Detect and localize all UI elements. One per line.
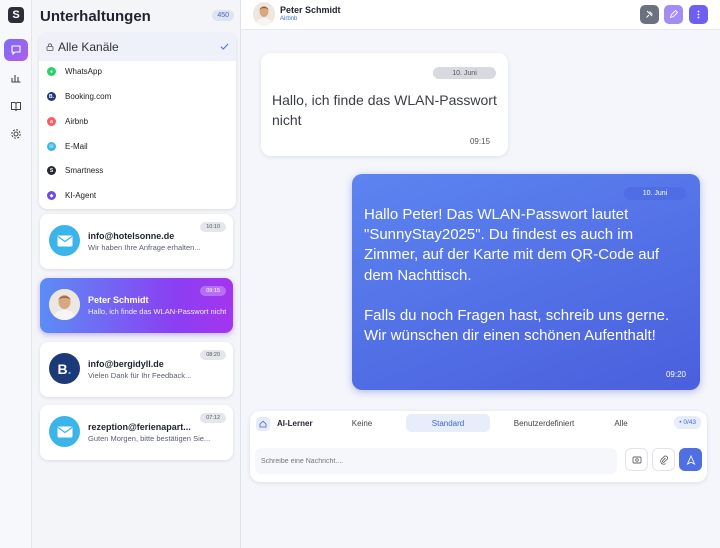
gear-icon[interactable]: [4, 123, 28, 145]
conversation-preview: Hallo, ich finde das WLAN-Passwort nicht: [88, 307, 226, 316]
attach-button[interactable]: [652, 448, 675, 471]
avatar[interactable]: [253, 2, 275, 26]
page-title: Unterhaltungen: [40, 8, 151, 25]
contact-name: Peter Schmidt: [280, 5, 341, 15]
channel-item-airbnb[interactable]: a Airbnb: [47, 117, 88, 126]
image-icon: [632, 456, 641, 463]
conversation-card[interactable]: B. info@bergidyll.de Vielen Dank für Ihr…: [40, 342, 233, 397]
channel-item-smartness[interactable]: S Smartness: [47, 166, 103, 175]
app-logo[interactable]: S: [8, 7, 24, 23]
message-composer: AI-Lerner Keine Standard Benutzerdefinie…: [250, 411, 707, 482]
mail-icon: ✉: [47, 142, 56, 151]
pin-icon: [646, 10, 653, 18]
lock-icon: [46, 43, 54, 51]
message-date-badge: 10. Juni: [433, 67, 496, 79]
conversation-preview: Wir haben Ihre Anfrage erhalten...: [88, 243, 201, 252]
conversation-time-badge: 08:20: [200, 350, 226, 360]
message-time: 09:15: [469, 137, 490, 146]
character-counter: • 0/43: [674, 416, 701, 429]
booking-icon: B.: [47, 92, 56, 101]
conversation-card[interactable]: rezeption@ferienapart... Guten Morgen, b…: [40, 405, 233, 460]
conversation-preview: Vielen Dank für Ihr Feedback...: [88, 371, 192, 380]
message-text: Hallo Peter! Das WLAN-Passwort lautet "S…: [364, 206, 670, 345]
chat-icon[interactable]: [4, 39, 28, 61]
channel-selected[interactable]: Alle Kanäle: [39, 33, 236, 61]
ai-learner-label: AI-Lerner: [277, 419, 313, 428]
conversation-name: info@bergidyll.de: [88, 359, 164, 369]
conversation-panel: Unterhaltungen 450 Alle Kanäle ● WhatsAp…: [32, 0, 241, 548]
avatar: [49, 289, 80, 320]
message-input[interactable]: [255, 448, 617, 474]
check-icon: [220, 43, 229, 50]
pencil-icon: [669, 10, 678, 19]
send-button[interactable]: [679, 448, 702, 471]
send-icon: [686, 454, 695, 465]
robot-icon: ◆: [47, 191, 56, 200]
conversation-time-badge: 09:15: [200, 286, 226, 296]
book-icon[interactable]: [4, 95, 28, 117]
channel-item-whatsapp[interactable]: ● WhatsApp: [47, 67, 102, 76]
channel-item-email[interactable]: ✉ E-Mail: [47, 142, 88, 151]
conversation-name: Peter Schmidt: [88, 295, 149, 305]
paperclip-icon: [659, 455, 668, 465]
airbnb-icon: a: [47, 117, 56, 126]
assign-button[interactable]: [640, 5, 659, 24]
message-text: Hallo, ich finde das WLAN-Passwort nicht: [272, 92, 497, 128]
channel-item-label: Airbnb: [65, 117, 89, 126]
edit-button[interactable]: [664, 5, 683, 24]
conversation-preview: Guten Morgen, bitte bestätigen Sie...: [88, 434, 211, 443]
message-incoming: 10. Juni Hallo, ich finde das WLAN-Passw…: [261, 53, 508, 156]
home-icon[interactable]: [256, 417, 270, 431]
more-vertical-icon: [697, 10, 700, 19]
conversation-card[interactable]: info@hotelsonne.de Wir haben Ihre Anfrag…: [40, 214, 233, 269]
chat-header: Peter Schmidt Airbnb: [241, 0, 720, 30]
channel-item-label: WhatsApp: [65, 67, 102, 76]
whatsapp-icon: ●: [47, 67, 56, 76]
more-button[interactable]: [689, 5, 708, 24]
message-date-badge: 10. Juni: [624, 187, 686, 200]
mode-option-benutzerdefiniert[interactable]: Benutzerdefiniert: [494, 414, 594, 432]
nav-rail: S: [0, 0, 32, 548]
mail-icon: [49, 416, 80, 447]
smartness-icon: S: [47, 166, 56, 175]
channel-item-label: Booking.com: [65, 92, 112, 101]
mode-option-keine[interactable]: Keine: [332, 414, 392, 432]
channel-item-label: E-Mail: [65, 142, 88, 151]
message-outgoing: 10. Juni Hallo Peter! Das WLAN-Passwort …: [352, 174, 700, 390]
message-time: 09:20: [665, 370, 686, 379]
conversation-name: info@hotelsonne.de: [88, 231, 175, 241]
mode-option-standard[interactable]: Standard: [406, 414, 490, 432]
booking-icon: B.: [49, 353, 80, 384]
channel-selected-label: Alle Kanäle: [58, 40, 119, 54]
conversation-count-badge: 450: [212, 10, 234, 21]
channel-item-ki-agent[interactable]: ◆ KI-Agent: [47, 191, 96, 200]
chart-icon[interactable]: [4, 67, 28, 89]
channel-dropdown: Alle Kanäle ● WhatsApp B. Booking.com a …: [39, 33, 236, 209]
conversation-card-active[interactable]: Peter Schmidt Hallo, ich finde das WLAN-…: [40, 278, 233, 333]
mail-icon: [49, 225, 80, 256]
channel-item-label: KI-Agent: [65, 191, 97, 200]
contact-source: Airbnb: [280, 16, 298, 22]
mode-option-alle[interactable]: Alle: [598, 414, 644, 432]
conversation-time-badge: 07:12: [200, 413, 226, 423]
channel-item-booking[interactable]: B. Booking.com: [47, 92, 111, 101]
image-button[interactable]: [625, 448, 648, 471]
channel-item-label: Smartness: [65, 166, 104, 175]
conversation-name: rezeption@ferienapart...: [88, 422, 191, 432]
conversation-time-badge: 10:10: [200, 222, 226, 232]
